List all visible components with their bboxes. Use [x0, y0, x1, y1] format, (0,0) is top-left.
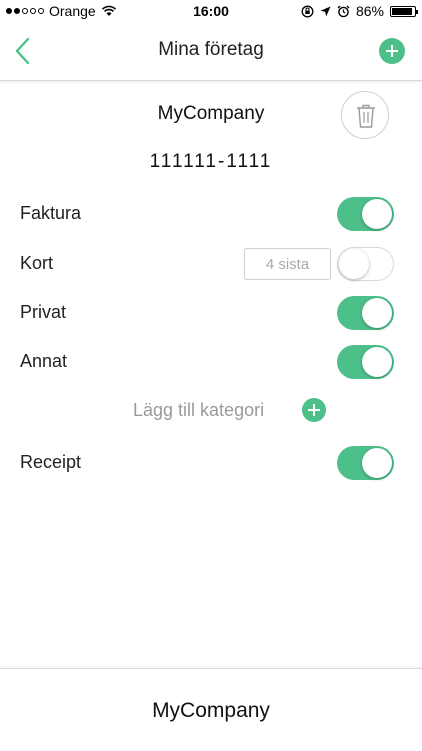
receipt-toggle[interactable] [337, 446, 394, 480]
navigation-bar: Mina företag [0, 22, 422, 81]
category-toggle-faktura[interactable] [337, 197, 394, 231]
category-toggle-kort[interactable] [337, 247, 394, 281]
delete-company-button[interactable] [341, 91, 389, 139]
org-number: 111111-1111 [149, 151, 273, 172]
category-row-privat: Privat [0, 293, 422, 333]
battery-percent: 86% [355, 3, 384, 19]
add-category-row: Lägg till kategori [0, 397, 422, 425]
category-label: Privat [20, 302, 67, 322]
page-title: Mina företag [158, 39, 264, 60]
category-label: Annat [20, 351, 68, 371]
add-category-button[interactable] [302, 398, 326, 422]
alarm-icon [337, 5, 350, 17]
location-arrow-icon [320, 6, 331, 16]
card-last-digits-input[interactable] [244, 248, 331, 280]
category-label: Kort [20, 253, 54, 273]
add-category-label[interactable]: Lägg till kategori [133, 400, 264, 421]
receipt-label: Receipt [20, 452, 82, 472]
category-toggle-privat[interactable] [337, 296, 394, 330]
add-company-button[interactable] [379, 38, 405, 64]
category-row-annat: Annat [0, 342, 422, 382]
status-right: 86% [301, 3, 418, 19]
footer-bar: MyCompany [0, 668, 422, 751]
category-label: Faktura [20, 203, 82, 223]
footer-company-name[interactable]: MyCompany [0, 699, 422, 723]
category-toggle-annat[interactable] [337, 345, 394, 379]
category-row-kort: Kort [0, 244, 422, 284]
receipt-row: Receipt [0, 443, 422, 483]
status-bar: Orange 16:00 86% [0, 0, 422, 22]
battery-icon [390, 5, 418, 17]
category-row-faktura: Faktura [0, 194, 422, 234]
orientation-lock-icon [301, 5, 314, 17]
trash-icon [357, 104, 375, 128]
